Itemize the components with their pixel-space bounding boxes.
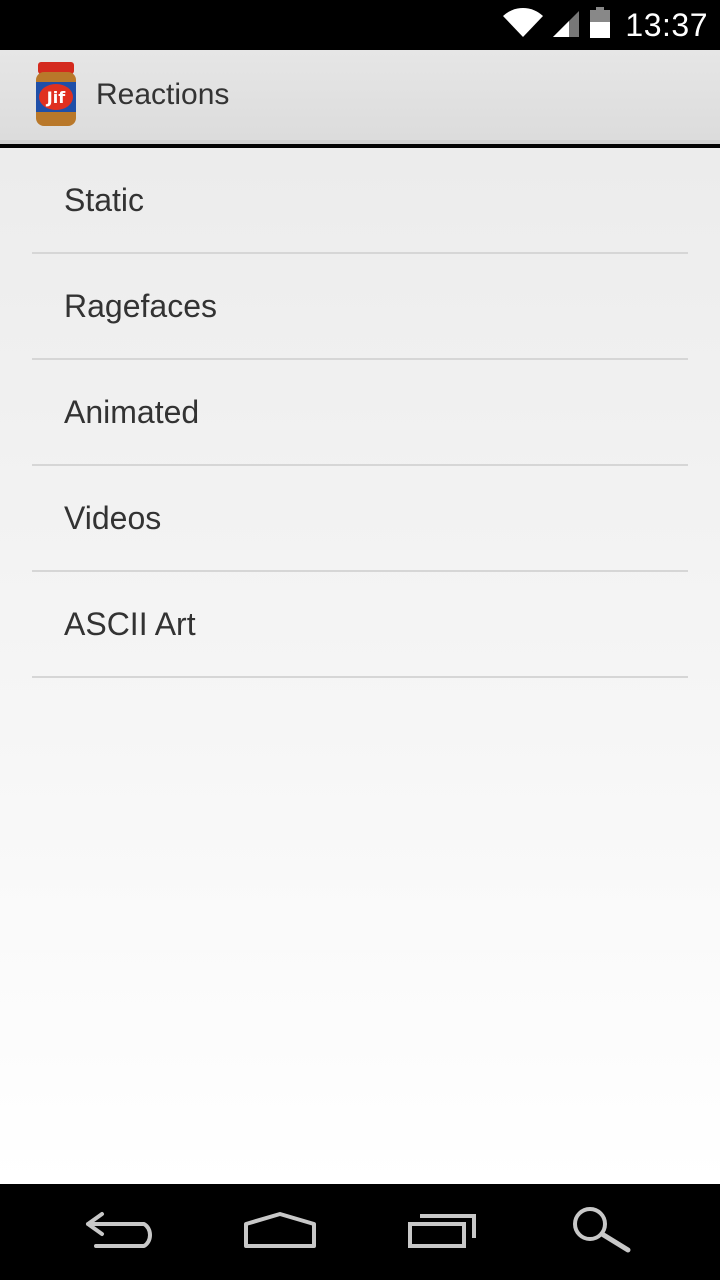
wifi-icon <box>503 7 544 43</box>
navigation-bar <box>0 1184 720 1280</box>
home-icon <box>242 1210 318 1255</box>
jif-jar-icon[interactable]: Jif <box>34 62 78 128</box>
search-icon <box>568 1206 632 1259</box>
signal-icon <box>551 8 581 43</box>
list-item-ascii-art[interactable]: ASCII Art <box>32 572 688 678</box>
category-list: Static Ragefaces Animated Videos ASCII A… <box>0 148 720 678</box>
clock: 13:37 <box>625 6 708 43</box>
list-item-label: Animated <box>64 393 200 430</box>
list-item-videos[interactable]: Videos <box>32 466 688 572</box>
battery-icon <box>589 6 611 44</box>
back-icon <box>84 1210 156 1255</box>
back-button[interactable] <box>40 1184 200 1280</box>
status-icons: 13:37 <box>503 0 708 50</box>
list-item-animated[interactable]: Animated <box>32 360 688 466</box>
list-item-label: Ragefaces <box>64 287 217 324</box>
content-area: Static Ragefaces Animated Videos ASCII A… <box>0 148 720 1184</box>
home-button[interactable] <box>200 1184 360 1280</box>
action-bar: Jif Reactions <box>0 50 720 144</box>
list-item-label: ASCII Art <box>64 605 196 642</box>
list-item-ragefaces[interactable]: Ragefaces <box>32 254 688 360</box>
page-title: Reactions <box>96 78 230 111</box>
recents-button[interactable] <box>362 1184 522 1280</box>
list-item-static[interactable]: Static <box>32 148 688 254</box>
search-button[interactable] <box>520 1184 680 1280</box>
status-bar: 13:37 <box>0 0 720 50</box>
recents-icon <box>406 1210 478 1255</box>
list-item-label: Videos <box>64 499 162 536</box>
list-item-label: Static <box>64 181 145 218</box>
app-icon-logo-text: Jif <box>46 88 66 107</box>
